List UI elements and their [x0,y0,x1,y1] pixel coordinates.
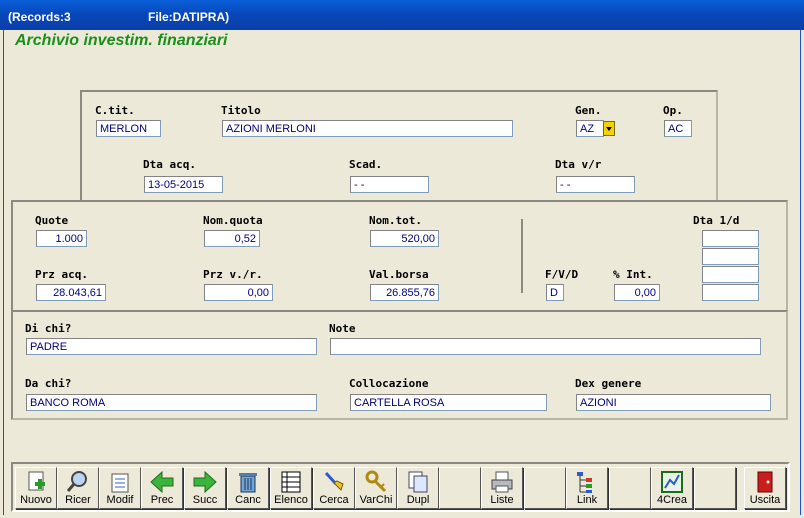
nom-tot-field[interactable]: 520,00 [370,230,439,247]
brush-icon [314,468,354,494]
dex-genere-field[interactable]: AZIONI [576,394,771,411]
titolo-field[interactable]: AZIONI MERLONI [222,120,513,137]
dex-genere-label: Dex genere [575,377,642,390]
file-name: File:DATIPRA) [148,10,230,24]
nom-tot-label: Nom.tot. [369,214,422,227]
di-chi-label: Di chi? [25,322,72,335]
dta-vr-field[interactable]: - - [556,176,635,193]
dta-acq-field[interactable]: 13-05-2015 [144,176,223,193]
dupl-button[interactable]: Dupl [397,467,439,509]
chart-icon [652,468,692,494]
titolo-label: Titolo [221,104,261,117]
canc-button[interactable]: Canc [227,467,269,509]
empty-button-3[interactable] [609,467,651,509]
dta-acq-label: Dta acq. [143,158,196,171]
val-borsa-field[interactable]: 26.855,76 [370,284,439,301]
prz-acq-field[interactable]: 28.043,61 [36,284,106,301]
prz-vr-field[interactable]: 0,00 [204,284,273,301]
gen-field[interactable]: AZ [576,120,604,137]
collocazione-field[interactable]: CARTELLA ROSA [350,394,547,411]
copy-icon [398,468,438,494]
dta-1d-field-3[interactable] [702,266,759,283]
note-label: Note [329,322,356,335]
link-button[interactable]: Link [566,467,608,509]
dta-vr-label: Dta v/r [555,158,602,171]
fvd-field[interactable]: D [546,284,564,301]
scad-field[interactable]: - - [350,176,429,193]
nom-quota-field[interactable]: 0,52 [204,230,260,247]
prz-acq-label: Prz acq. [35,268,88,281]
ctit-label: C.tit. [95,104,135,117]
quote-label: Quote [35,214,69,227]
arrow-left-icon [142,468,182,494]
modif-button[interactable]: Modif [99,467,141,509]
vertical-divider [521,219,523,293]
op-label: Op. [663,104,683,117]
arrow-right-icon [185,468,225,494]
empty-button-1[interactable] [439,467,481,509]
val-borsa-label: Val.borsa [369,268,429,281]
prz-vr-label: Prz v./r. [203,268,263,281]
op-field[interactable]: AC [664,120,692,137]
cerca-button[interactable]: Cerca [313,467,355,509]
quote-field[interactable]: 1.000 [36,230,87,247]
da-chi-field[interactable]: BANCO ROMA [26,394,317,411]
page-title: Archivio investim. finanziari [15,32,228,49]
magnifier-icon [58,468,98,494]
ctit-field[interactable]: MERLON [96,120,161,137]
edit-doc-icon [100,468,140,494]
crea-button[interactable]: 4Crea [651,467,693,509]
varchi-button[interactable]: VarChi [355,467,397,509]
empty-button-2[interactable] [524,467,566,509]
fvd-label: F/V/D [545,268,579,281]
tree-icon [567,468,607,494]
records-count: (Records:3 [8,10,71,24]
nuovo-button[interactable]: Nuovo [15,467,57,509]
trash-icon [228,468,268,494]
succ-button[interactable]: Succ [184,467,226,509]
dta-1d-field-4[interactable] [702,284,759,301]
da-chi-label: Da chi? [25,377,72,390]
gen-label: Gen. [575,104,602,117]
exit-door-icon [745,468,785,494]
pct-int-field[interactable]: 0,00 [614,284,660,301]
prec-button[interactable]: Prec [141,467,183,509]
elenco-button[interactable]: Elenco [270,467,312,509]
window-titlebar: (Records:3 File:DATIPRA) [0,0,804,30]
dta-1d-field-2[interactable] [702,248,759,265]
keys-icon [356,468,396,494]
di-chi-field[interactable]: PADRE [26,338,317,355]
liste-button[interactable]: Liste [481,467,523,509]
note-field[interactable] [330,338,761,355]
pct-int-label: % Int. [613,268,653,281]
printer-icon [482,468,522,494]
gen-dropdown-icon[interactable] [603,121,615,136]
scad-label: Scad. [349,158,383,171]
dta-1d-field-1[interactable] [702,230,759,247]
collocazione-label: Collocazione [349,377,429,390]
uscita-button[interactable]: Uscita [744,467,786,509]
empty-button-4[interactable] [694,467,736,509]
list-icon [271,468,311,494]
dta-1d-label: Dta 1/d [693,214,740,227]
new-doc-icon [16,468,56,494]
ricer-button[interactable]: Ricer [57,467,99,509]
nom-quota-label: Nom.quota [203,214,263,227]
